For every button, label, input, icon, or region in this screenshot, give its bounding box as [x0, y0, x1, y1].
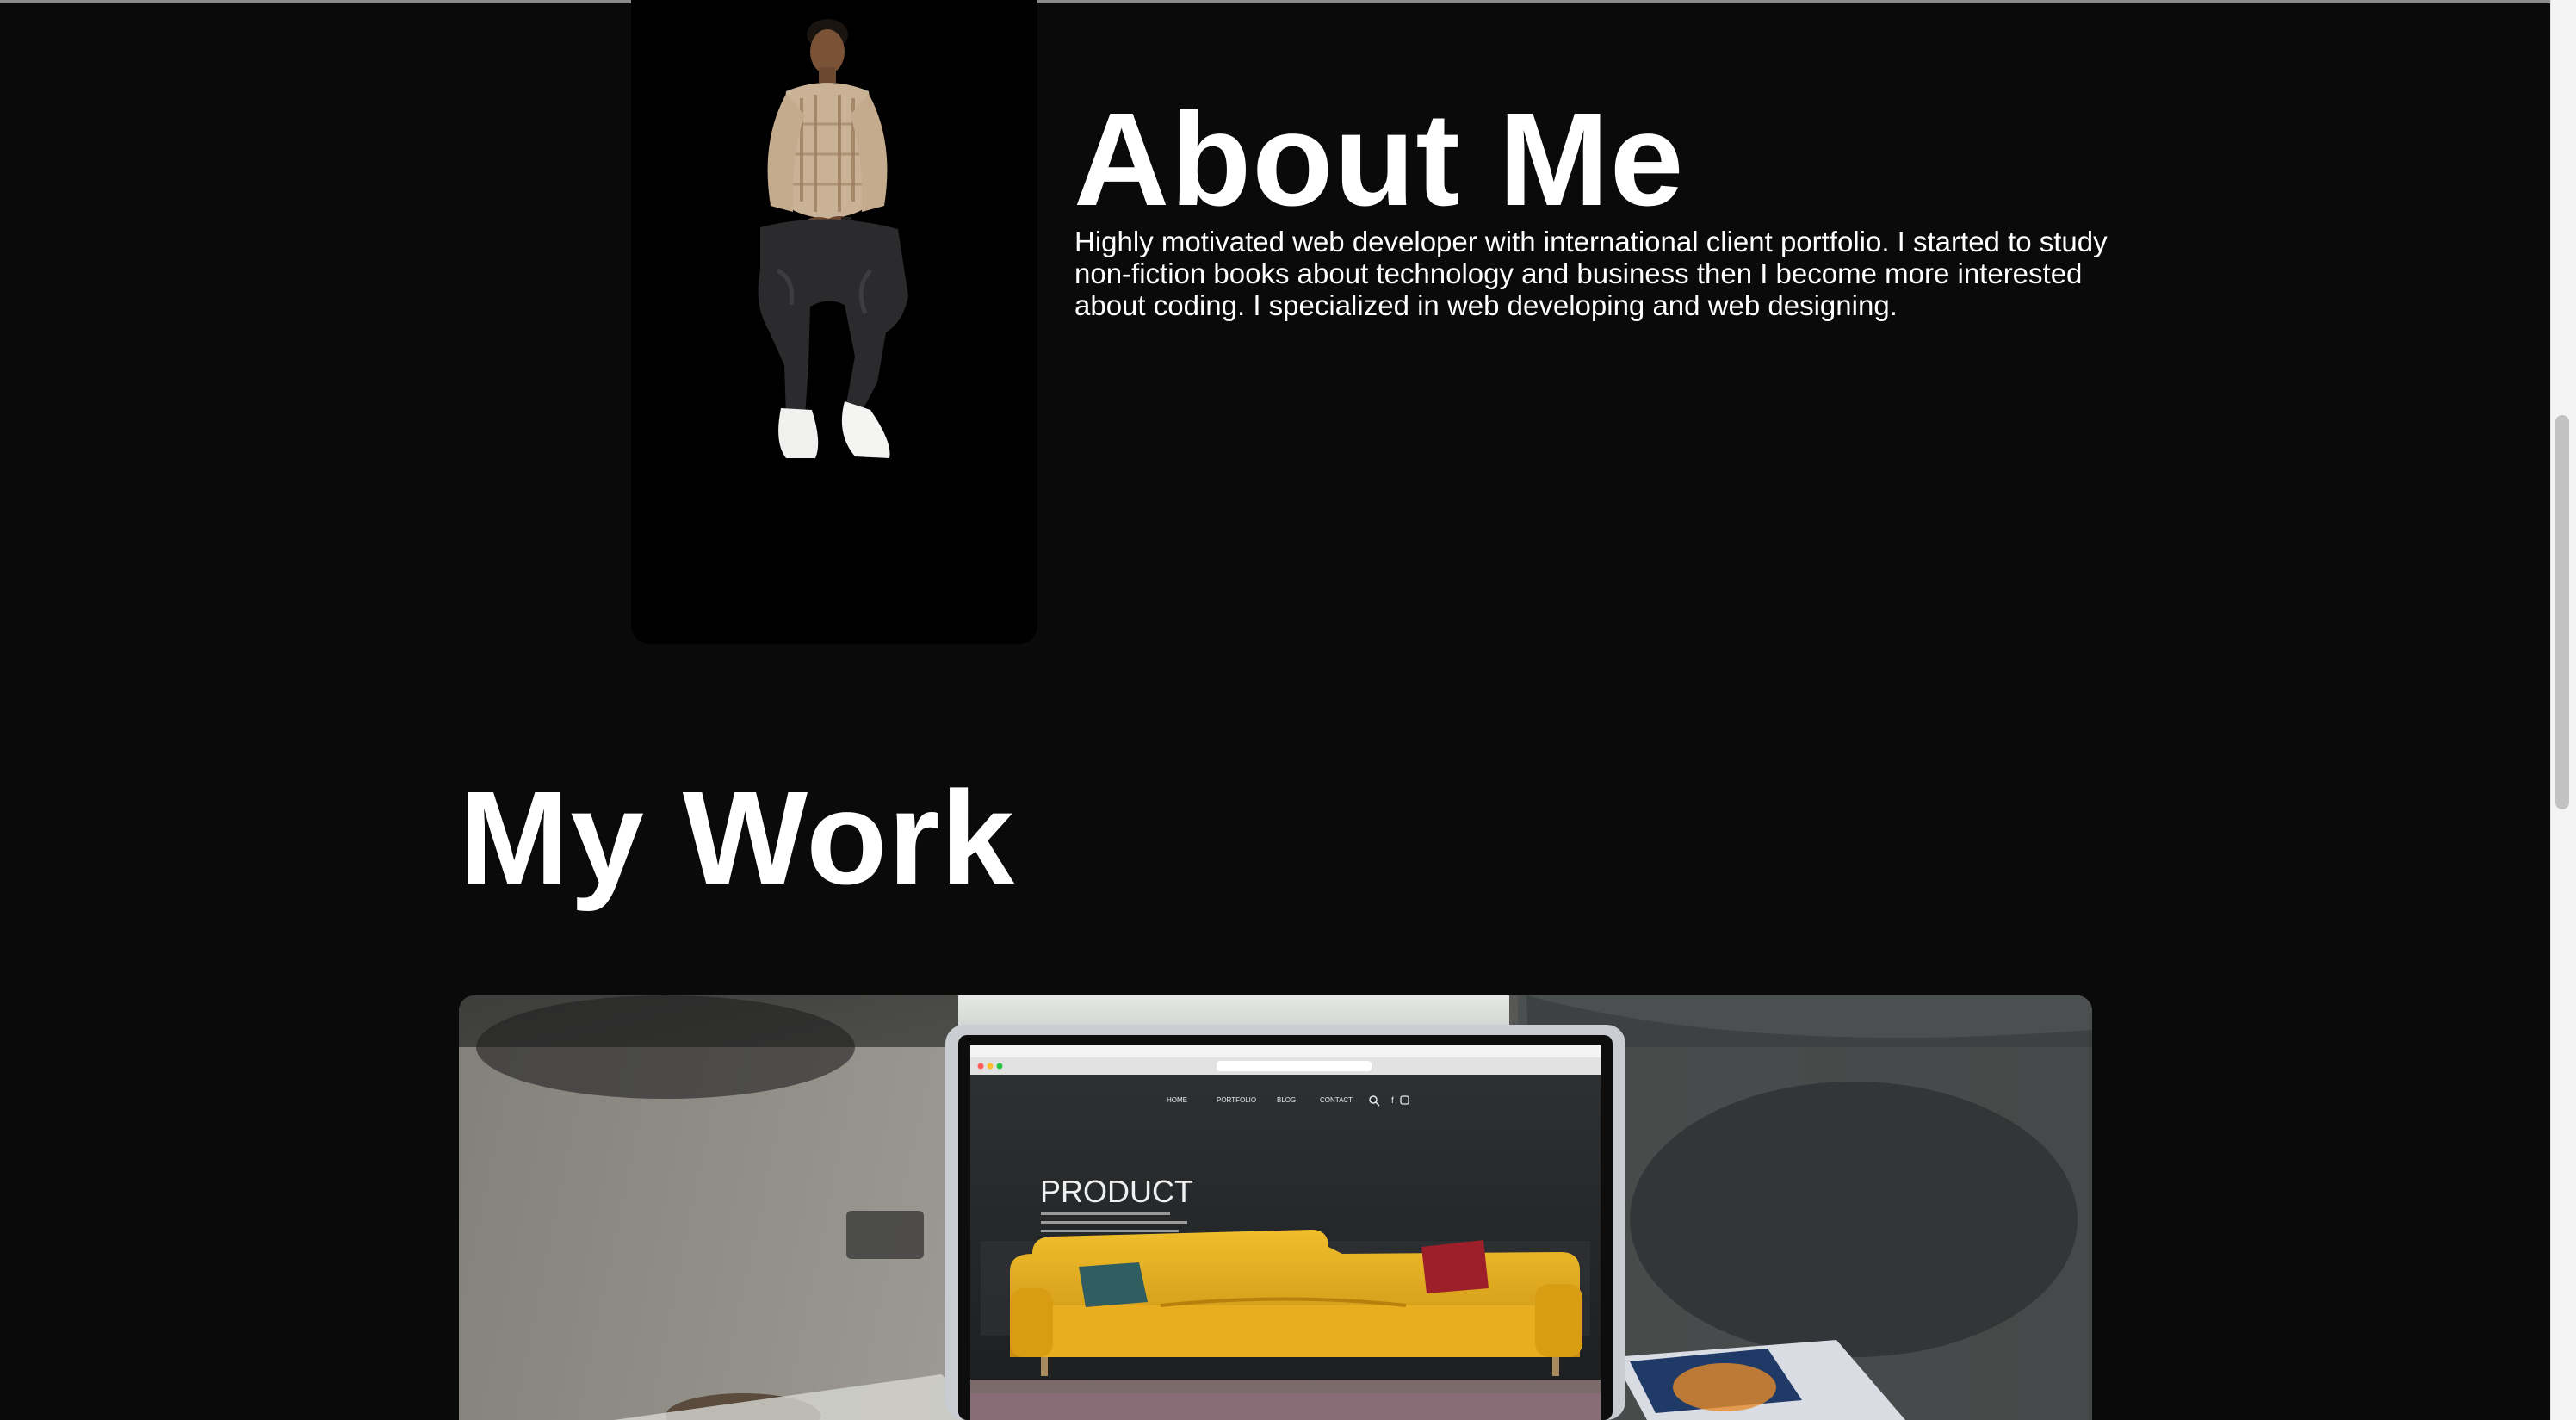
page-viewport: About Me Highly motivated web developer … [0, 0, 2576, 1420]
project-nav-home: HOME [1167, 1096, 1187, 1104]
scrollbar-thumb[interactable] [2555, 415, 2569, 809]
project-hero-title: PRODUCT [1040, 1174, 1193, 1209]
top-border [0, 0, 2554, 3]
project-card[interactable]: HOME PORTFOLIO BLOG CONTACT f PRODUCT [459, 995, 2092, 1420]
project-nav-blog: BLOG [1277, 1096, 1296, 1104]
project-nav-portfolio: PORTFOLIO [1217, 1096, 1256, 1104]
project-nav-contact: CONTACT [1320, 1096, 1353, 1104]
project-image: HOME PORTFOLIO BLOG CONTACT f PRODUCT [459, 995, 2092, 1420]
work-heading: My Work [459, 764, 1015, 912]
profile-photo [758, 19, 908, 458]
profile-photo-card [631, 0, 1037, 644]
about-heading: About Me [1074, 85, 1685, 233]
facebook-icon: f [1391, 1096, 1394, 1106]
about-description: Highly motivated web developer with inte… [1074, 226, 2108, 321]
